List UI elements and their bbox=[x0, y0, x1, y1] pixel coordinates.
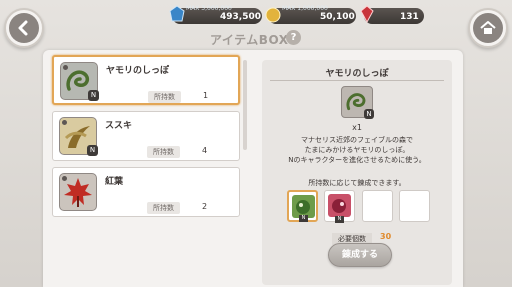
material-slot[interactable]: N bbox=[324, 190, 355, 223]
detail-count: x1 bbox=[352, 123, 362, 132]
page-title: アイテムBOX bbox=[210, 33, 289, 47]
back-button[interactable] bbox=[4, 8, 44, 48]
list-item-maple-leaf[interactable]: 紅葉 所持数 2 bbox=[52, 167, 240, 217]
evolve-note: 所持数に応じて錬成できます。 bbox=[308, 179, 406, 187]
detail-item-name: ヤモリのしっぽ bbox=[325, 69, 389, 79]
resource-max: MAX 1,000,000 bbox=[282, 5, 328, 12]
divider bbox=[270, 80, 444, 81]
material-slot[interactable]: N bbox=[287, 190, 318, 222]
help-button[interactable]: ? bbox=[286, 30, 301, 45]
qty-value: 2 bbox=[202, 202, 208, 211]
home-button[interactable] bbox=[468, 8, 508, 48]
qty-label: 所持数 bbox=[147, 202, 180, 214]
resource-value: 493,500 bbox=[220, 12, 261, 22]
description-line: Nのキャラクターを進化させるために使う。 bbox=[288, 156, 426, 164]
gecko-tail-icon: N bbox=[60, 62, 99, 101]
rarity-badge: N bbox=[299, 215, 308, 222]
gecko-tail-icon: N bbox=[341, 86, 374, 119]
item-name: ヤモリのしっぽ bbox=[106, 66, 170, 76]
blue-crystal-icon bbox=[169, 5, 185, 22]
red-character-icon bbox=[328, 194, 351, 217]
item-description: マナセリス近郊のフェイブルの森で たまにみかけるヤモリのしっぽ。 Nのキャラクタ… bbox=[270, 135, 444, 165]
empty-slot[interactable] bbox=[399, 190, 430, 222]
list-item-pampas-grass[interactable]: N ススキ 所持数 4 bbox=[52, 111, 240, 161]
description-line: マナセリス近郊のフェイブルの森で bbox=[301, 136, 413, 144]
back-arrow-icon bbox=[9, 13, 39, 43]
home-icon bbox=[473, 13, 503, 43]
qty-value: 4 bbox=[202, 146, 208, 155]
detail-panel: ヤモリのしっぽ N x1 マナセリス近郊のフェイブルの森で たまにみかけるヤモリ… bbox=[262, 60, 452, 285]
red-gem-icon bbox=[360, 5, 374, 23]
empty-slot[interactable] bbox=[362, 190, 393, 222]
qty-label: 所持数 bbox=[147, 146, 180, 158]
list-scrollbar[interactable] bbox=[243, 60, 247, 150]
resource-crystal: MAX 3,000,000 493,500 bbox=[168, 5, 262, 24]
evolve-button[interactable]: 錬成する bbox=[328, 243, 392, 267]
list-item-gecko-tail[interactable]: N ヤモリのしっぽ 所持数 1 bbox=[52, 55, 240, 105]
qty-value: 1 bbox=[203, 91, 209, 100]
rarity-badge: N bbox=[364, 109, 374, 119]
resource-value: 50,100 bbox=[320, 12, 355, 22]
resource-gold: MAX 1,000,000 50,100 bbox=[264, 5, 356, 24]
description-line: たまにみかけるヤモリのしっぽ。 bbox=[304, 146, 410, 154]
item-name: 紅葉 bbox=[105, 177, 124, 187]
rarity-badge: N bbox=[88, 90, 99, 101]
qty-label: 所持数 bbox=[148, 91, 181, 103]
rarity-badge: N bbox=[87, 145, 98, 156]
item-name: ススキ bbox=[105, 121, 133, 131]
required-value: 30 bbox=[380, 232, 392, 241]
gold-nugget-icon bbox=[265, 7, 281, 23]
pampas-grass-icon: N bbox=[59, 117, 98, 156]
rarity-badge: N bbox=[335, 216, 344, 223]
resource-max: MAX 3,000,000 bbox=[186, 5, 232, 12]
resource-gem: 131 bbox=[358, 5, 424, 24]
maple-leaf-icon bbox=[59, 173, 97, 211]
resource-value: 131 bbox=[400, 12, 419, 22]
